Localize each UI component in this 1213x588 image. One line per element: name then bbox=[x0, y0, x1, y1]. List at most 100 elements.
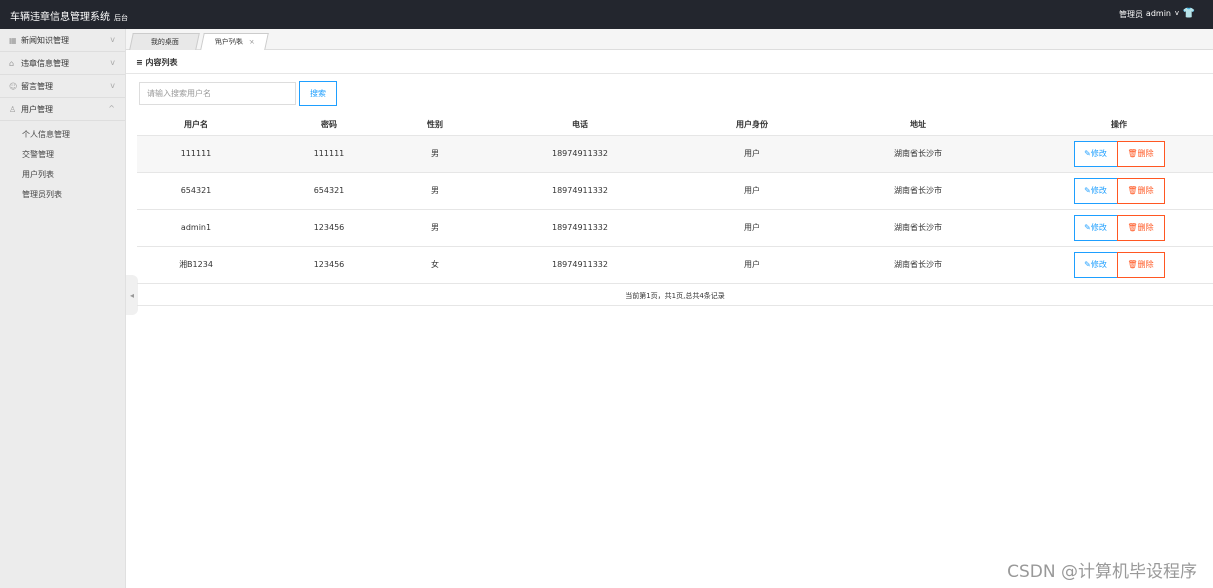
user-icon: ♙ bbox=[9, 104, 17, 114]
tab-desktop[interactable]: 我的桌面 bbox=[129, 33, 200, 50]
chevron-up-icon: ^ bbox=[108, 104, 115, 113]
close-icon[interactable]: × bbox=[247, 34, 256, 50]
search-button[interactable]: 搜索 bbox=[299, 81, 337, 106]
cell-actions: ✎修改 🗑删除 bbox=[1025, 172, 1213, 210]
tab-bar: 我的桌面 用户列表 × bbox=[126, 29, 1213, 50]
app-subtitle: 后台 bbox=[114, 14, 128, 22]
edit-label: 修改 bbox=[1090, 259, 1107, 269]
cell-phone: 18974911332 bbox=[467, 209, 693, 247]
cell-password: 654321 bbox=[255, 172, 403, 210]
col-role: 用户身份 bbox=[693, 115, 811, 136]
content-list-title: ≡ 内容列表 bbox=[126, 54, 1213, 74]
sidebar-subitem-user-list[interactable]: 用户列表 bbox=[22, 165, 125, 185]
sidebar-item-label: 用户管理 bbox=[21, 104, 53, 114]
tab-user-list[interactable]: 用户列表 × bbox=[200, 33, 269, 50]
comment-icon: ☺ bbox=[9, 81, 18, 91]
cell-gender: 男 bbox=[403, 135, 467, 173]
cell-gender: 男 bbox=[403, 172, 467, 210]
cell-role: 用户 bbox=[693, 172, 811, 210]
trash-icon: 🗑 bbox=[1127, 148, 1138, 158]
cell-username: 111111 bbox=[137, 135, 255, 173]
edit-button[interactable]: ✎修改 bbox=[1073, 140, 1118, 167]
delete-label: 删除 bbox=[1137, 185, 1154, 195]
delete-label: 删除 bbox=[1137, 148, 1154, 158]
sidebar-item-violations[interactable]: ⌂ 违章信息管理 v bbox=[0, 52, 125, 75]
delete-label: 删除 bbox=[1137, 259, 1154, 269]
watermark: CSDN @计算机毕设程序 bbox=[1007, 562, 1197, 582]
cell-role: 用户 bbox=[693, 246, 811, 284]
delete-button[interactable]: 🗑删除 bbox=[1116, 177, 1165, 204]
cell-password: 123456 bbox=[255, 209, 403, 247]
cell-gender: 女 bbox=[403, 246, 467, 284]
sidebar-subitem-profile[interactable]: 个人信息管理 bbox=[22, 125, 125, 145]
cell-actions: ✎修改 🗑删除 bbox=[1025, 246, 1213, 284]
sidebar-subitem-admin-list[interactable]: 管理员列表 bbox=[22, 185, 125, 205]
cell-address: 湖南省长沙市 bbox=[811, 209, 1025, 247]
theme-shirt-icon[interactable]: 👕 bbox=[1183, 8, 1195, 19]
user-role: 管理员 bbox=[1119, 10, 1143, 19]
trash-icon: 🗑 bbox=[1127, 222, 1138, 232]
cell-gender: 男 bbox=[403, 209, 467, 247]
col-gender: 性别 bbox=[403, 115, 467, 136]
news-icon: ▦ bbox=[9, 35, 17, 45]
edit-label: 修改 bbox=[1090, 185, 1107, 195]
table-row: 654321 654321 男 18974911332 用户 湖南省长沙市 ✎修… bbox=[137, 172, 1213, 210]
app-title-text: 车辆违章信息管理系统 bbox=[10, 12, 110, 23]
edit-button[interactable]: ✎修改 bbox=[1073, 177, 1118, 204]
cell-username: 654321 bbox=[137, 172, 255, 210]
delete-button[interactable]: 🗑删除 bbox=[1116, 251, 1165, 278]
delete-label: 删除 bbox=[1137, 222, 1154, 232]
col-phone: 电话 bbox=[467, 115, 693, 136]
tab-label: 我的桌面 bbox=[150, 38, 179, 46]
edit-label: 修改 bbox=[1090, 148, 1107, 158]
cell-password: 123456 bbox=[255, 246, 403, 284]
trash-icon: 🗑 bbox=[1127, 185, 1138, 195]
cell-password: 111111 bbox=[255, 135, 403, 173]
cell-username: 湘B1234 bbox=[137, 246, 255, 284]
trash-icon: 🗑 bbox=[1127, 259, 1138, 269]
sidebar-item-users[interactable]: ♙ 用户管理 ^ bbox=[0, 98, 125, 121]
cell-address: 湖南省长沙市 bbox=[811, 246, 1025, 284]
cell-username: admin1 bbox=[137, 209, 255, 247]
sidebar-item-messages[interactable]: ☺ 留言管理 v bbox=[0, 75, 125, 98]
home-icon: ⌂ bbox=[9, 58, 15, 68]
edit-icon: ✎ bbox=[1084, 185, 1091, 195]
sidebar-item-label: 违章信息管理 bbox=[21, 58, 69, 68]
delete-button[interactable]: 🗑删除 bbox=[1116, 140, 1165, 167]
edit-icon: ✎ bbox=[1084, 259, 1091, 269]
cell-actions: ✎修改 🗑删除 bbox=[1025, 135, 1213, 173]
chevron-down-icon[interactable]: v bbox=[1175, 9, 1179, 17]
tab-label: 用户列表 bbox=[213, 38, 244, 46]
table-header-row: 用户名 密码 性别 电话 用户身份 地址 操作 bbox=[137, 115, 1213, 136]
users-submenu: 个人信息管理 交警管理 用户列表 管理员列表 bbox=[0, 121, 125, 205]
chevron-down-icon: v bbox=[110, 58, 115, 67]
col-username: 用户名 bbox=[137, 115, 255, 136]
sidebar-item-news[interactable]: ▦ 新闻知识管理 v bbox=[0, 29, 125, 52]
cell-address: 湖南省长沙市 bbox=[811, 135, 1025, 173]
cell-role: 用户 bbox=[693, 209, 811, 247]
cell-phone: 18974911332 bbox=[467, 172, 693, 210]
edit-icon: ✎ bbox=[1084, 222, 1091, 232]
search-input[interactable]: 请输入搜索用户名 bbox=[139, 82, 296, 105]
pagination-info: 当前第1页，共1页,总共4条记录 bbox=[137, 286, 1213, 306]
delete-button[interactable]: 🗑删除 bbox=[1116, 214, 1165, 241]
table-row: admin1 123456 男 18974911332 用户 湖南省长沙市 ✎修… bbox=[137, 209, 1213, 247]
sidebar-item-label: 新闻知识管理 bbox=[21, 35, 69, 45]
user-table: 用户名 密码 性别 电话 用户身份 地址 操作 111111 111111 男 … bbox=[137, 115, 1213, 284]
cell-phone: 18974911332 bbox=[467, 135, 693, 173]
table-row: 111111 111111 男 18974911332 用户 湖南省长沙市 ✎修… bbox=[137, 135, 1213, 173]
sidebar: ▦ 新闻知识管理 v ⌂ 违章信息管理 v ☺ 留言管理 v ♙ 用户管理 ^ … bbox=[0, 29, 126, 588]
user-menu[interactable]: admin bbox=[1146, 9, 1171, 18]
chevron-down-icon: v bbox=[110, 35, 115, 44]
cell-phone: 18974911332 bbox=[467, 246, 693, 284]
cell-role: 用户 bbox=[693, 135, 811, 173]
table-row: 湘B1234 123456 女 18974911332 用户 湖南省长沙市 ✎修… bbox=[137, 246, 1213, 284]
top-bar: 车辆违章信息管理系统 后台 管理员 admin v 👕 bbox=[0, 0, 1213, 29]
sidebar-subitem-police[interactable]: 交警管理 bbox=[22, 145, 125, 165]
edit-button[interactable]: ✎修改 bbox=[1073, 251, 1118, 278]
edit-button[interactable]: ✎修改 bbox=[1073, 214, 1118, 241]
sidebar-item-label: 留言管理 bbox=[21, 81, 53, 91]
edit-icon: ✎ bbox=[1084, 148, 1091, 158]
col-address: 地址 bbox=[811, 115, 1025, 136]
col-password: 密码 bbox=[255, 115, 403, 136]
